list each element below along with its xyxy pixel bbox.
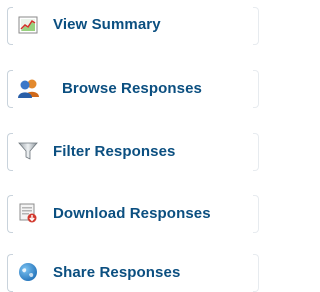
nav-item-label: Filter Responses [53,143,176,160]
nav-item-download-responses[interactable]: Download Responses [7,193,259,233]
filter-icon [18,141,38,161]
nav-item-label: Browse Responses [62,80,202,97]
chart-icon [18,15,38,35]
nav-item-share-responses[interactable]: Share Responses [7,252,259,292]
users-icon [18,78,39,98]
nav-item-filter-responses[interactable]: Filter Responses [7,131,259,171]
nav-item-label: View Summary [53,16,161,33]
globe-icon [18,262,38,282]
nav-item-browse-responses[interactable]: Browse Responses [7,68,259,108]
nav-item-view-summary[interactable]: View Summary [7,5,259,45]
nav-item-label: Download Responses [53,205,211,222]
survey-actions-nav: View Summary Browse Responses Filter Res… [0,0,265,292]
download-icon [18,203,38,223]
nav-item-label: Share Responses [53,264,181,281]
